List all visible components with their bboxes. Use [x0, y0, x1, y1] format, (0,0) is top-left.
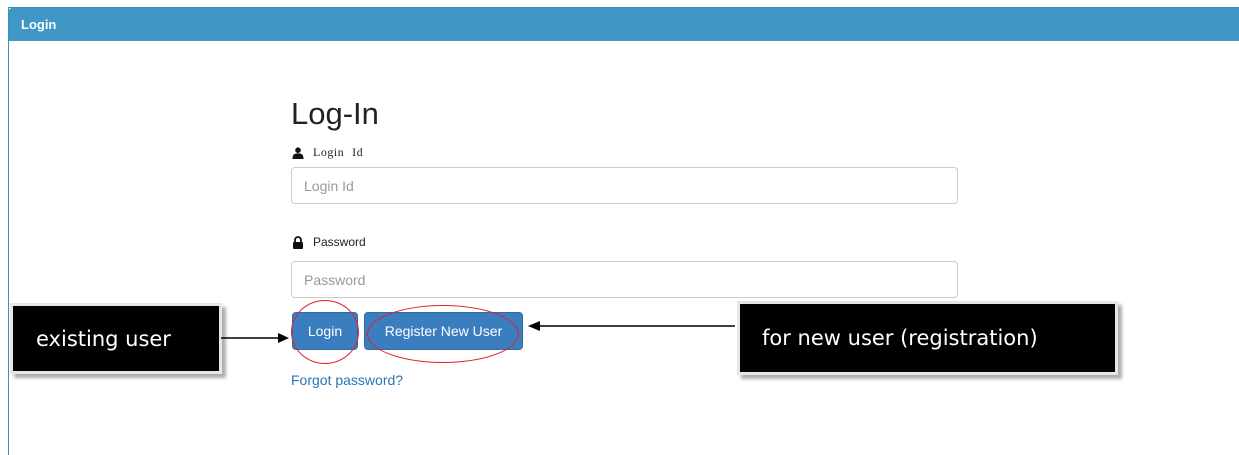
password-input[interactable] — [291, 261, 958, 298]
user-icon — [291, 146, 305, 160]
panel-header: Login — [9, 8, 1239, 41]
forgot-password-link[interactable]: Forgot password? — [291, 372, 403, 388]
password-label: Password — [291, 235, 366, 249]
lock-icon — [291, 235, 305, 249]
new-user-callout-text: for new user (registration) — [762, 326, 1038, 350]
password-label-text: Password — [313, 235, 366, 249]
login-id-label: Login Id — [291, 145, 363, 160]
page-title: Log-In — [291, 96, 379, 131]
panel-title: Login — [21, 17, 57, 32]
register-new-user-button[interactable]: Register New User — [364, 312, 523, 350]
login-id-label-word2: Id — [352, 145, 364, 159]
existing-user-callout: existing user — [10, 303, 222, 374]
login-panel: Login — [8, 7, 1239, 455]
login-id-input[interactable] — [291, 167, 958, 204]
login-button[interactable]: Login — [292, 312, 358, 350]
existing-user-callout-text: existing user — [36, 326, 171, 351]
new-user-callout: for new user (registration) — [737, 301, 1118, 375]
login-id-label-word1: Login — [313, 145, 345, 159]
